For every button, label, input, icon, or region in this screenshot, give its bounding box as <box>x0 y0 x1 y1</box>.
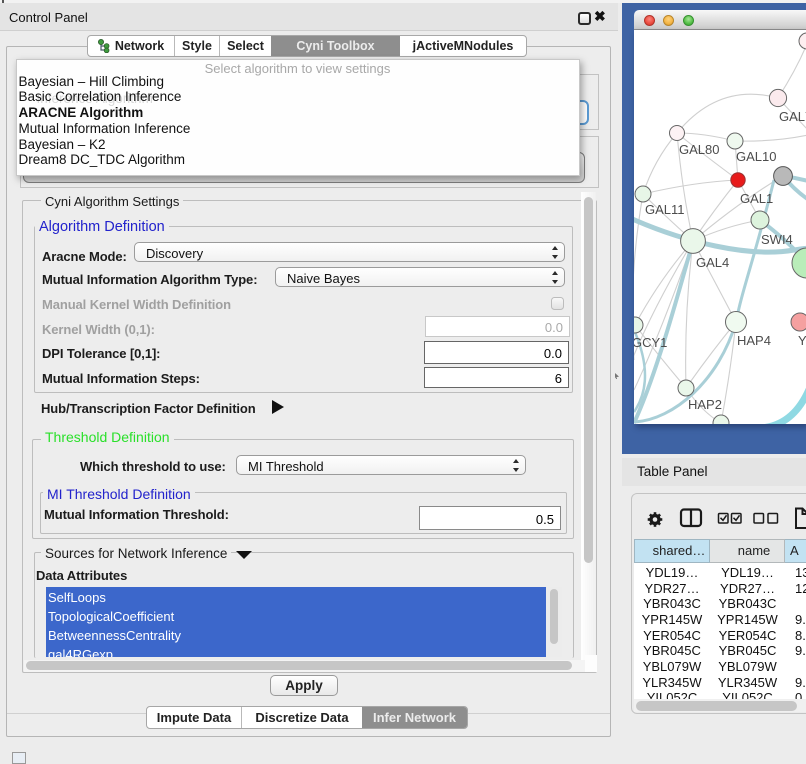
svg-text:GAL11: GAL11 <box>645 202 685 217</box>
svg-text:SWI4: SWI4 <box>761 232 793 247</box>
svg-text:GAL80: GAL80 <box>679 142 719 157</box>
svg-text:GAL10: GAL10 <box>736 149 776 164</box>
svg-text:HAP4: HAP4 <box>737 333 771 348</box>
svg-text:Y: Y <box>798 333 806 348</box>
svg-text:GAL7: GAL7 <box>779 109 806 124</box>
svg-text:GAL4: GAL4 <box>696 255 729 270</box>
svg-text:GAL1: GAL1 <box>740 191 773 206</box>
svg-text:GCY1: GCY1 <box>634 335 667 350</box>
svg-text:HAP2: HAP2 <box>688 397 722 412</box>
